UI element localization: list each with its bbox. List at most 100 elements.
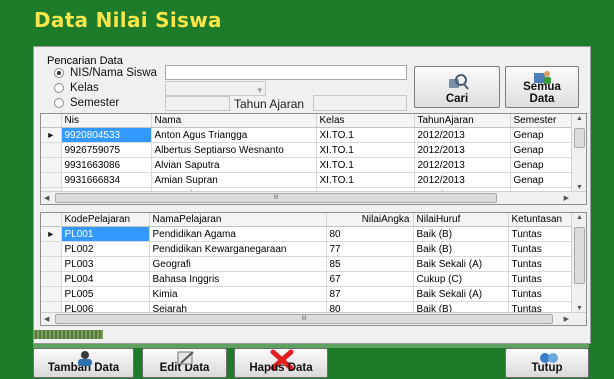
col-nilai-angka[interactable]: NilaiAngka [326, 213, 414, 227]
cell-nilai-angka[interactable]: 85 [326, 256, 414, 272]
students-hscroll-thumb[interactable]: III [55, 193, 497, 203]
cell-nilai-angka[interactable]: 87 [326, 286, 414, 302]
cell-kode-pelajaran[interactable]: PL005 [61, 286, 150, 302]
grades-vscroll[interactable]: ▲ ▼ [571, 213, 586, 313]
cell-nama[interactable]: Alvian Saputra [151, 157, 317, 173]
row-header[interactable] [41, 172, 62, 188]
row-header[interactable] [41, 286, 62, 302]
scroll-left-icon[interactable]: ◀ [44, 315, 49, 323]
edit-data-button[interactable]: Edit Data [142, 348, 227, 378]
radio-semester-button[interactable] [54, 98, 64, 108]
table-row[interactable]: PL003 Geografi 85 Baik Sekali (A) Tuntas [41, 256, 586, 272]
col-nama[interactable]: Nama [151, 114, 317, 128]
table-row[interactable]: 9926759075 Albertus Septiarso Wesnanto XI.… [41, 142, 586, 158]
cell-nama-pelajaran[interactable]: Pendidikan Agama [149, 226, 327, 242]
row-header[interactable]: ▸ [41, 127, 62, 143]
col-kode-pelajaran[interactable]: KodePelajaran [61, 213, 150, 227]
cell-nama-pelajaran[interactable]: Pendidikan Kewarganegaraan [149, 241, 327, 257]
window-title: Data Nilai Siswa [34, 8, 222, 32]
cell-nis[interactable]: 9931663086 [61, 157, 152, 173]
grades-hscroll-thumb[interactable]: III [55, 314, 553, 324]
row-header[interactable] [41, 256, 62, 272]
cell-nilai-angka[interactable]: 67 [326, 271, 414, 287]
table-row[interactable]: PL004 Bahasa Inggris 67 Cukup (C) Tuntas [41, 271, 586, 287]
scroll-left-icon[interactable]: ◀ [44, 194, 49, 202]
grades-header-row: KodePelajaran NamaPelajaran NilaiAngka N… [41, 213, 586, 227]
col-nama-pelajaran[interactable]: NamaPelajaran [149, 213, 327, 227]
cell-nama[interactable]: Albertus Septiarso Wesnanto [151, 142, 317, 158]
cell-kode-pelajaran[interactable]: PL004 [61, 271, 150, 287]
cell-kode-pelajaran[interactable]: PL003 [61, 256, 150, 272]
scroll-up-icon[interactable]: ▲ [576, 214, 583, 221]
cell-nis[interactable]: 9931666834 [61, 172, 152, 188]
students-vscroll-thumb[interactable] [574, 128, 585, 148]
row-header[interactable] [41, 271, 62, 287]
cell-nama[interactable]: Anton Agus Triangga [151, 127, 317, 143]
cell-tahun-ajaran[interactable]: 2012/2013 [414, 172, 511, 188]
cell-kelas[interactable]: XI.TO.1 [316, 127, 415, 143]
cari-button[interactable]: Cari [414, 66, 500, 108]
grades-vscroll-thumb[interactable] [574, 227, 585, 284]
cell-nilai-angka[interactable]: 80 [326, 226, 414, 242]
cell-tahun-ajaran[interactable]: 2012/2013 [414, 142, 511, 158]
cell-nama-pelajaran[interactable]: Bahasa Inggris [149, 271, 327, 287]
row-header[interactable] [41, 157, 62, 173]
cell-kode-pelajaran[interactable]: PL002 [61, 241, 150, 257]
cell-nama-pelajaran[interactable]: Kimia [149, 286, 327, 302]
table-row[interactable]: ▸ 9920804533 Anton Agus Triangga XI.TO.1 201… [41, 127, 586, 143]
row-header[interactable] [41, 241, 62, 257]
students-vscroll[interactable]: ▲ ▼ [571, 114, 586, 192]
semua-data-button[interactable]: Semua Data [505, 66, 579, 108]
cell-tahun-ajaran[interactable]: 2012/2013 [414, 157, 511, 173]
cell-kelas[interactable]: XI.TO.1 [316, 142, 415, 158]
cell-nilai-huruf[interactable]: Cukup (C) [413, 271, 509, 287]
scroll-down-icon[interactable]: ▼ [576, 184, 583, 191]
cell-kelas[interactable]: XI.TO.1 [316, 172, 415, 188]
cell-kelas[interactable]: XI.TO.1 [316, 157, 415, 173]
semester-input[interactable] [165, 96, 230, 111]
tambah-data-button[interactable]: Tambah Data [33, 348, 134, 378]
grades-table: KodePelajaran NamaPelajaran NilaiAngka N… [41, 213, 586, 325]
kelas-select[interactable]: ▾ [165, 81, 266, 96]
cell-tahun-ajaran[interactable]: 2012/2013 [414, 127, 511, 143]
cell-nama-pelajaran[interactable]: Geografi [149, 256, 327, 272]
col-tahun-ajaran[interactable]: TahunAjaran [414, 114, 511, 128]
scroll-right-icon[interactable]: ▶ [564, 194, 569, 202]
cell-nilai-huruf[interactable]: Baik (B) [413, 226, 509, 242]
nis-search-input[interactable] [165, 65, 407, 80]
students-hscroll[interactable]: ◀ III ▶ [41, 191, 586, 204]
table-row[interactable]: PL002 Pendidikan Kewarganegaraan 77 Baik (B… [41, 241, 586, 257]
col-nilai-huruf[interactable]: NilaiHuruf [413, 213, 509, 227]
cell-nilai-angka[interactable]: 77 [326, 241, 414, 257]
radio-kelas-button[interactable] [54, 83, 64, 93]
row-header[interactable]: ▸ [41, 226, 62, 242]
radio-nis[interactable]: NIS/Nama Siswa [54, 67, 157, 79]
table-row[interactable]: PL005 Kimia 87 Baik Sekali (A) Tuntas [41, 286, 586, 302]
table-row[interactable]: 9931666834 Amian Supran XI.TO.1 2012/2013 Ge… [41, 172, 586, 188]
radio-semester[interactable]: Semester [54, 97, 119, 109]
students-grid[interactable]: Nis Nama Kelas TahunAjaran Semester ▸ 992… [40, 113, 587, 205]
table-row[interactable]: ▸ PL001 Pendidikan Agama 80 Baik (B) Tuntas [41, 226, 586, 242]
row-header[interactable] [41, 142, 62, 158]
radio-kelas[interactable]: Kelas [54, 82, 99, 94]
radio-nis-button[interactable] [54, 68, 64, 78]
grades-hscroll[interactable]: ◀ III ▶ [41, 312, 586, 325]
cell-nis[interactable]: 9926759075 [61, 142, 152, 158]
tahun-ajaran-input[interactable] [313, 95, 407, 111]
scroll-right-icon[interactable]: ▶ [564, 315, 569, 323]
col-nis[interactable]: Nis [61, 114, 152, 128]
cell-kode-pelajaran[interactable]: PL001 [61, 226, 150, 242]
cell-nis[interactable]: 9920804533 [61, 127, 152, 143]
scroll-down-icon[interactable]: ▼ [576, 305, 583, 312]
grades-grid[interactable]: KodePelajaran NamaPelajaran NilaiAngka N… [40, 212, 587, 326]
cell-nilai-huruf[interactable]: Baik (B) [413, 241, 509, 257]
cell-nilai-huruf[interactable]: Baik Sekali (A) [413, 256, 509, 272]
scroll-up-icon[interactable]: ▲ [576, 115, 583, 122]
cell-nilai-huruf[interactable]: Baik Sekali (A) [413, 286, 509, 302]
tutup-button[interactable]: Tutup [505, 348, 589, 378]
cari-button-label: Cari [445, 93, 469, 105]
table-row[interactable]: 9931663086 Alvian Saputra XI.TO.1 2012/2013… [41, 157, 586, 173]
cell-nama[interactable]: Amian Supran [151, 172, 317, 188]
col-kelas[interactable]: Kelas [316, 114, 415, 128]
hapus-data-button[interactable]: Hapus Data [234, 348, 328, 378]
